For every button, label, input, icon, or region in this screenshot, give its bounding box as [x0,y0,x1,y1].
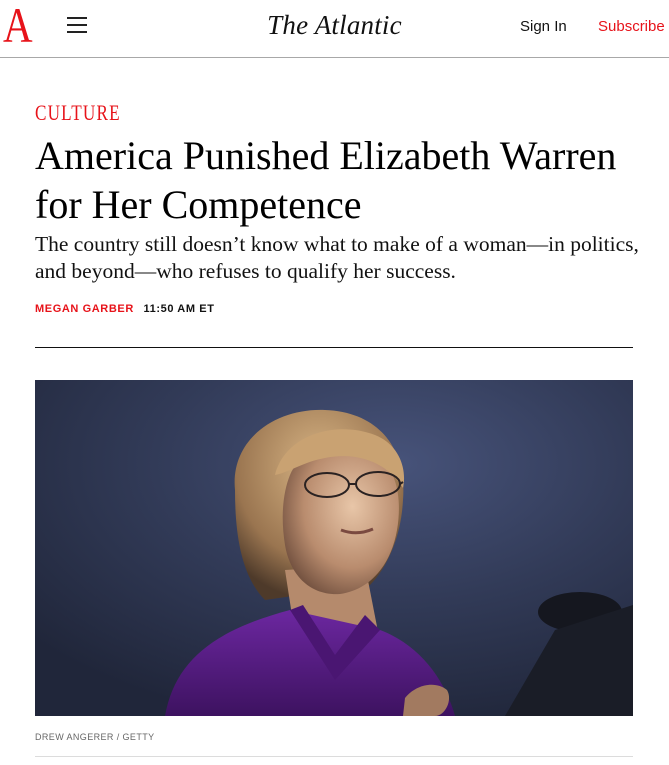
wordmark-logo[interactable]: The Atlantic [267,10,402,40]
byline: MEGAN GARBER 11:50 AM ET [35,303,215,316]
photo-credit: DREW ANGERER / GETTY [35,732,155,742]
section-label[interactable]: CULTURE [35,100,121,126]
subscribe-link[interactable]: Subscribe [598,18,665,36]
article-headline: America Punished Elizabeth Warren for He… [35,133,617,227]
article-dek: The country still doesn’t know what to m… [35,232,639,283]
lead-photo [35,380,633,716]
author-link[interactable]: MEGAN GARBER [35,303,134,315]
site-header: A The Atlantic Sign In Subscribe [0,0,669,58]
photo-illustration [35,380,633,716]
divider-bottom [35,756,633,757]
sign-in-link[interactable]: Sign In [520,18,567,36]
publish-time: 11:50 AM ET [143,303,215,315]
wordmark-container: The Atlantic [0,9,669,41]
divider [35,347,633,348]
